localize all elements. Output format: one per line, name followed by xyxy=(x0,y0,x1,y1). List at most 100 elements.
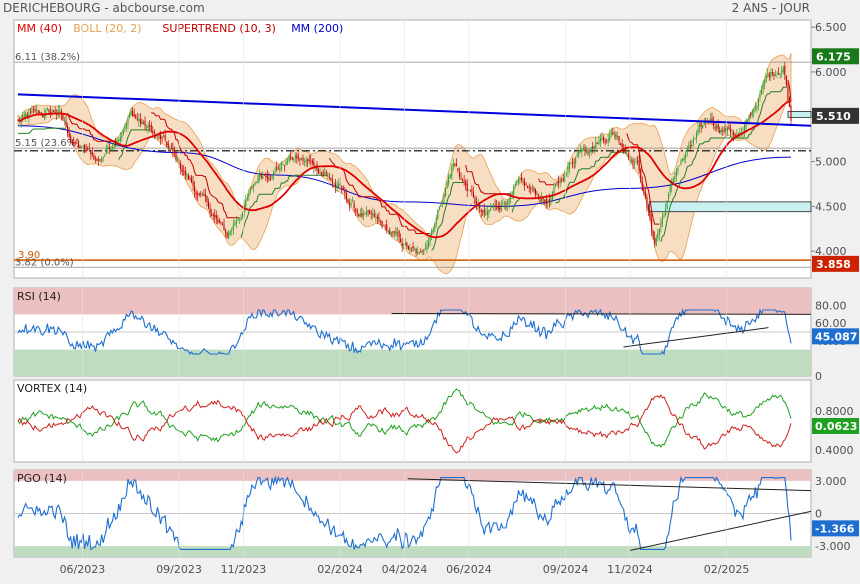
candle-body xyxy=(613,133,615,136)
candle-body xyxy=(274,168,276,171)
candle-body xyxy=(702,125,704,129)
candle-body xyxy=(365,211,368,215)
candle-body xyxy=(568,163,571,169)
candle-body xyxy=(226,232,228,238)
candle-body xyxy=(271,175,273,180)
candle-body xyxy=(765,75,767,82)
candle-body xyxy=(237,219,239,222)
candle-body xyxy=(420,251,422,253)
candle-body xyxy=(166,141,168,146)
candle-body xyxy=(29,111,31,113)
candle-body xyxy=(474,198,476,203)
vortex-tick-label: 0.4000 xyxy=(815,444,854,457)
price-tick-label: 5.000 xyxy=(815,156,847,169)
candle-body xyxy=(251,186,253,188)
candle-body xyxy=(496,205,498,207)
price-legend-item: MM (40) xyxy=(17,22,62,35)
candle-body xyxy=(93,155,95,160)
candle-body xyxy=(517,180,519,183)
candle-body xyxy=(761,89,763,94)
candle-body xyxy=(544,200,546,201)
candle-body xyxy=(359,213,361,217)
candle-body xyxy=(651,219,653,231)
x-tick-label: 09/2023 xyxy=(156,563,202,576)
candle-body xyxy=(675,171,677,177)
candle-body xyxy=(181,168,183,172)
candle-body xyxy=(276,167,278,169)
candle-body xyxy=(500,204,502,211)
candle-body xyxy=(370,213,372,215)
pgo-tick-label: -3.000 xyxy=(815,540,850,553)
candle-body xyxy=(400,238,402,243)
candle-body xyxy=(511,192,513,195)
candle-body xyxy=(703,122,705,125)
candle-body xyxy=(53,109,55,112)
candle-body xyxy=(299,158,301,161)
candle-body xyxy=(753,109,755,113)
candle-body xyxy=(328,176,330,178)
candle-body xyxy=(655,238,657,246)
candle-body xyxy=(699,124,701,128)
candle-body xyxy=(192,182,194,186)
candle-body xyxy=(293,158,295,161)
candle-body xyxy=(331,180,334,183)
candle-body xyxy=(398,230,400,238)
candle-body xyxy=(666,200,668,209)
candle-body xyxy=(412,246,414,249)
candle-body xyxy=(390,232,392,236)
x-tick-label: 02/2025 xyxy=(704,563,750,576)
candle-body xyxy=(697,128,699,135)
candle-body xyxy=(395,231,397,234)
candle-body xyxy=(683,157,685,160)
candle-body xyxy=(392,231,394,233)
candle-body xyxy=(195,192,197,196)
candle-body xyxy=(443,193,445,202)
candle-body xyxy=(647,205,650,210)
candle-body xyxy=(458,172,461,177)
candle-body xyxy=(229,230,231,235)
candle-body xyxy=(186,174,188,177)
candle-body xyxy=(590,146,592,151)
candle-body xyxy=(491,206,493,208)
candle-body xyxy=(376,216,378,219)
candle-body xyxy=(234,223,236,226)
chart-root: DERICHEBOURG - abcbourse.com 2 ANS - JOU… xyxy=(0,0,860,580)
candle-body xyxy=(432,229,434,232)
candle-body xyxy=(730,128,732,133)
candle-body xyxy=(79,146,81,149)
candle-body xyxy=(183,171,185,172)
candle-body xyxy=(785,75,787,86)
candle-body xyxy=(674,176,676,179)
price-legend-item: MM (200) xyxy=(291,22,343,35)
candle-body xyxy=(508,199,510,208)
candle-body xyxy=(225,229,227,233)
candle-body xyxy=(242,213,244,217)
candle-body xyxy=(637,160,639,162)
candle-body xyxy=(421,250,423,252)
candle-body xyxy=(87,148,89,150)
candle-body xyxy=(717,123,719,129)
candle-body xyxy=(774,75,777,76)
candle-body xyxy=(218,220,220,223)
candle-body xyxy=(257,175,259,183)
candle-body xyxy=(778,73,780,75)
candle-body xyxy=(610,132,612,135)
candle-body xyxy=(124,126,126,130)
candle-body xyxy=(472,192,474,198)
candle-body xyxy=(751,110,753,116)
candle-body xyxy=(579,150,581,152)
candle-body xyxy=(475,202,478,205)
candle-body xyxy=(379,220,382,222)
candle-body xyxy=(282,163,284,165)
candle-body xyxy=(435,218,437,225)
candle-body xyxy=(176,158,179,160)
candle-body xyxy=(90,150,92,155)
candle-body xyxy=(607,138,609,142)
candle-body xyxy=(149,125,151,127)
candle-body xyxy=(711,118,713,122)
candle-body xyxy=(750,113,752,116)
candle-body xyxy=(627,154,629,158)
candle-body xyxy=(575,158,577,164)
rsi-legend: RSI (14) xyxy=(17,290,61,303)
candle-body xyxy=(215,215,217,219)
